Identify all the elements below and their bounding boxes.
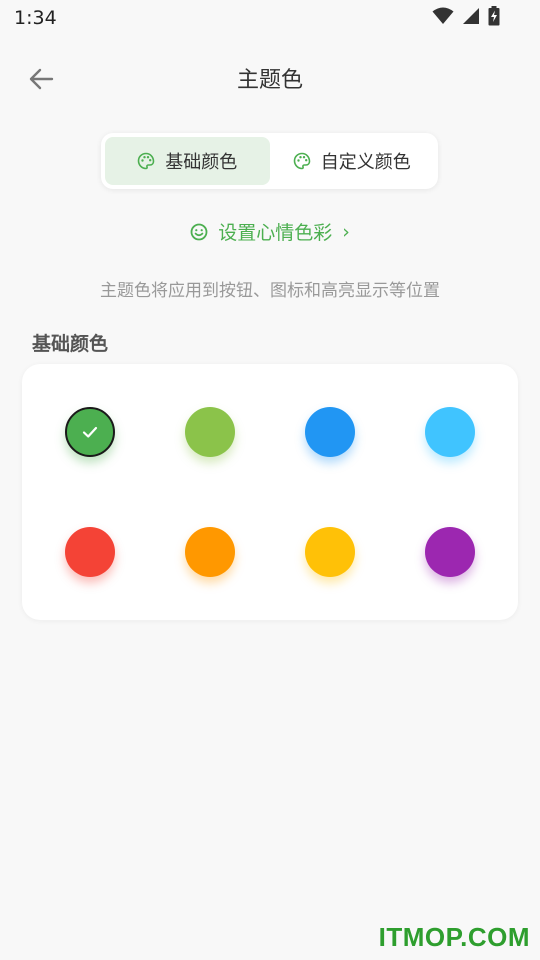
tab-custom-colors[interactable]: 自定义颜色 bbox=[270, 137, 435, 185]
color-swatch-blue[interactable] bbox=[305, 407, 355, 457]
check-icon bbox=[82, 426, 98, 438]
chevron-right-icon: › bbox=[342, 220, 350, 243]
mood-link-label: 设置心情色彩 bbox=[218, 222, 333, 244]
battery-charging-icon bbox=[488, 6, 500, 30]
watermark: ITMOP.COM bbox=[378, 922, 530, 952]
section-title-basic-colors: 基础颜色 bbox=[32, 333, 109, 355]
color-swatch-green[interactable] bbox=[65, 407, 115, 457]
tab-custom-colors-label: 自定义颜色 bbox=[320, 152, 411, 173]
status-bar: 1:34 bbox=[0, 0, 540, 36]
wifi-icon bbox=[432, 7, 454, 29]
smile-icon bbox=[190, 223, 208, 240]
tab-basic-colors[interactable]: 基础颜色 bbox=[105, 137, 270, 185]
color-swatch-orange[interactable] bbox=[185, 527, 235, 577]
color-swatch-light-blue[interactable] bbox=[425, 407, 475, 457]
set-mood-color-link[interactable]: 设置心情色彩 › bbox=[0, 218, 540, 245]
palette-icon bbox=[293, 152, 311, 170]
basic-color-grid bbox=[22, 364, 518, 620]
color-swatch-red[interactable] bbox=[65, 527, 115, 577]
color-swatch-purple[interactable] bbox=[425, 527, 475, 577]
theme-description: 主题色将应用到按钮、图标和高亮显示等位置 bbox=[100, 281, 440, 301]
color-swatch-light-green[interactable] bbox=[185, 407, 235, 457]
status-time: 1:34 bbox=[14, 7, 57, 29]
color-swatch-amber[interactable] bbox=[305, 527, 355, 577]
cell-signal-icon bbox=[462, 7, 480, 29]
page-title: 主题色 bbox=[236, 68, 303, 93]
tab-basic-colors-label: 基础颜色 bbox=[165, 152, 238, 173]
status-icons bbox=[432, 6, 500, 30]
theme-mode-segment: 基础颜色 自定义颜色 bbox=[101, 133, 438, 189]
palette-icon bbox=[137, 152, 155, 170]
